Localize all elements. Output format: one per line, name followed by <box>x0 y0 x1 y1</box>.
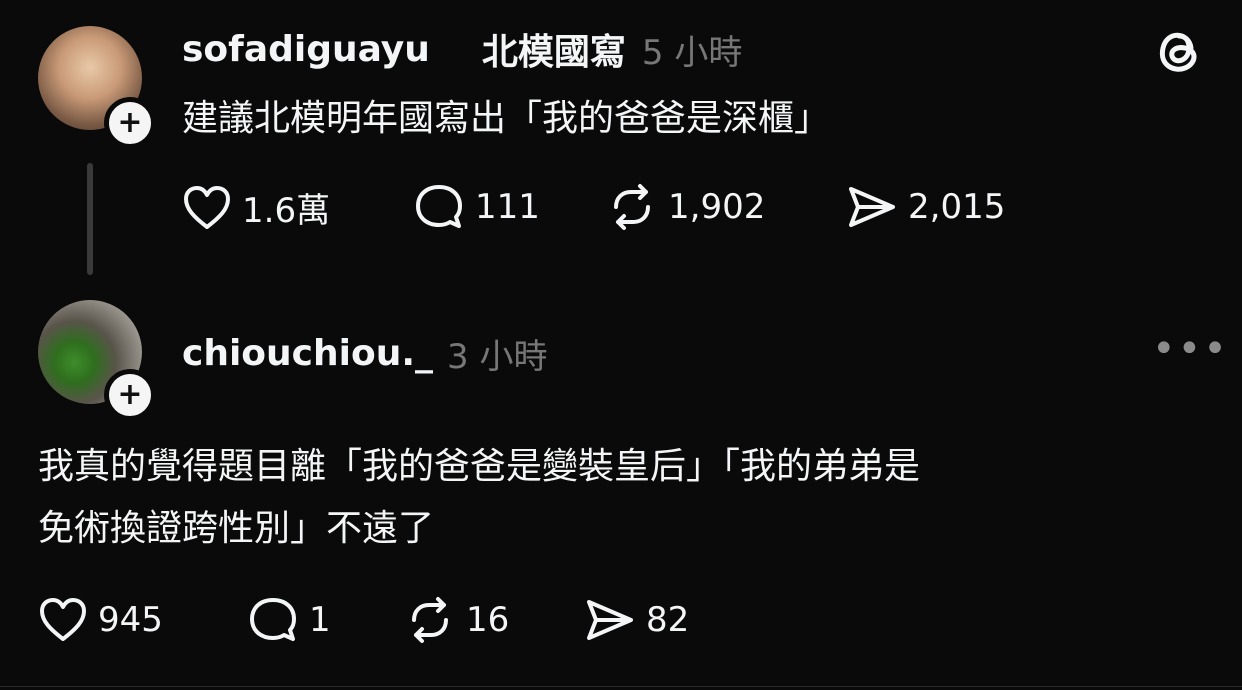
follow-plus-icon[interactable]: + <box>104 369 156 421</box>
post1-header: sofadiguayu 北模國寫 5 小時 <box>182 24 742 74</box>
post2-repost-button[interactable]: 16 <box>404 596 509 644</box>
post2-username[interactable]: chiouchiou._ <box>182 333 433 374</box>
post2-text-line1: 我真的覺得題目離「我的爸爸是變裝皇后」「我的弟弟是 <box>38 446 921 487</box>
post2-comment-button[interactable]: 1 <box>247 596 331 644</box>
more-options-icon[interactable]: ••• <box>1152 326 1229 372</box>
post1-username[interactable]: sofadiguayu <box>182 29 430 70</box>
share-send-icon <box>849 187 895 227</box>
comment-bubble-icon <box>416 185 462 228</box>
post1-share-button[interactable]: 2,015 <box>846 183 1005 231</box>
thread-line <box>87 163 93 275</box>
post2-share-button[interactable]: 82 <box>584 596 689 644</box>
post2-share-count: 82 <box>646 600 690 640</box>
post1-share-count: 2,015 <box>908 187 1006 227</box>
heart-icon <box>40 598 86 641</box>
post1-community-tag[interactable]: 北模國寫 <box>482 23 626 75</box>
post1-text: 建議北模明年國寫出「我的爸爸是深櫃」 <box>182 98 831 139</box>
comment-bubble-icon <box>250 598 296 641</box>
post2-text-line2: 免術換證跨性別」不遠了 <box>38 508 435 549</box>
threads-logo-icon[interactable] <box>1155 24 1203 80</box>
post2-comment-count: 1 <box>309 600 331 640</box>
post2-header: chiouchiou._ 3 小時 <box>182 328 547 378</box>
post2-like-button[interactable]: 945 <box>38 596 163 644</box>
share-send-icon <box>587 600 633 640</box>
post1-comment-count: 111 <box>475 187 540 227</box>
repost-icon <box>614 184 650 230</box>
post2-like-count: 945 <box>98 600 163 640</box>
post1-repost-count: 1,902 <box>668 187 766 227</box>
follow-plus-icon[interactable]: + <box>104 97 156 149</box>
post1-comment-button[interactable]: 111 <box>413 183 540 231</box>
post1-like-count: 1.6萬 <box>242 191 331 231</box>
post1-timestamp: 5 小時 <box>641 32 743 73</box>
post1-repost-button[interactable]: 1,902 <box>606 183 765 231</box>
post1-like-button[interactable]: 1.6萬 <box>182 183 330 232</box>
post2-repost-count: 16 <box>466 600 510 640</box>
repost-icon <box>412 597 448 643</box>
heart-icon <box>184 185 230 229</box>
divider <box>0 686 1242 687</box>
post2-timestamp: 3 小時 <box>447 336 548 377</box>
